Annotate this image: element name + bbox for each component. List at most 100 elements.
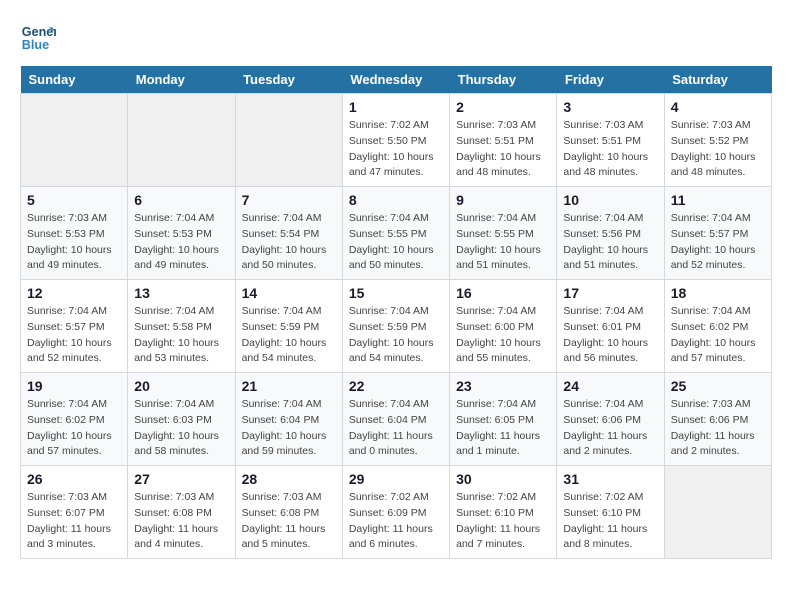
day-number: 13 xyxy=(134,285,228,301)
calendar-cell xyxy=(664,466,771,559)
header-friday: Friday xyxy=(557,66,664,94)
calendar-cell xyxy=(21,94,128,187)
day-info: Sunrise: 7:02 AMSunset: 6:10 PMDaylight:… xyxy=(456,490,550,553)
calendar-cell: 12 Sunrise: 7:04 AMSunset: 5:57 PMDayligh… xyxy=(21,280,128,373)
day-info: Sunrise: 7:04 AMSunset: 6:02 PMDaylight:… xyxy=(27,397,121,460)
header-thursday: Thursday xyxy=(450,66,557,94)
header-monday: Monday xyxy=(128,66,235,94)
day-number: 1 xyxy=(349,99,443,115)
header-saturday: Saturday xyxy=(664,66,771,94)
day-info: Sunrise: 7:04 AMSunset: 6:05 PMDaylight:… xyxy=(456,397,550,460)
day-number: 4 xyxy=(671,99,765,115)
calendar-cell xyxy=(235,94,342,187)
day-info: Sunrise: 7:03 AMSunset: 6:08 PMDaylight:… xyxy=(134,490,228,553)
calendar-cell: 3Sunrise: 7:03 AMSunset: 5:51 PMDaylight… xyxy=(557,94,664,187)
day-number: 26 xyxy=(27,471,121,487)
day-info: Sunrise: 7:02 AMSunset: 6:10 PMDaylight:… xyxy=(563,490,657,553)
day-number: 16 xyxy=(456,285,550,301)
calendar-cell: 9Sunrise: 7:04 AMSunset: 5:55 PMDaylight… xyxy=(450,187,557,280)
week-row-5: 26 Sunrise: 7:03 AMSunset: 6:07 PMDayligh… xyxy=(21,466,772,559)
day-number: 11 xyxy=(671,192,765,208)
calendar-cell: 31 Sunrise: 7:02 AMSunset: 6:10 PMDayligh… xyxy=(557,466,664,559)
calendar-cell: 6 Sunrise: 7:04 AMSunset: 5:53 PMDaylight… xyxy=(128,187,235,280)
calendar-cell: 15 Sunrise: 7:04 AMSunset: 5:59 PMDayligh… xyxy=(342,280,449,373)
calendar-cell: 19Sunrise: 7:04 AMSunset: 6:02 PMDayligh… xyxy=(21,373,128,466)
calendar-cell: 4 Sunrise: 7:03 AMSunset: 5:52 PMDaylight… xyxy=(664,94,771,187)
week-row-4: 19Sunrise: 7:04 AMSunset: 6:02 PMDayligh… xyxy=(21,373,772,466)
calendar-cell: 10 Sunrise: 7:04 AMSunset: 5:56 PMDayligh… xyxy=(557,187,664,280)
day-info: Sunrise: 7:04 AMSunset: 5:58 PMDaylight:… xyxy=(134,304,228,367)
logo: General Blue xyxy=(20,20,60,56)
calendar-cell: 30 Sunrise: 7:02 AMSunset: 6:10 PMDayligh… xyxy=(450,466,557,559)
day-info: Sunrise: 7:03 AMSunset: 6:08 PMDaylight:… xyxy=(242,490,336,553)
calendar-cell: 27 Sunrise: 7:03 AMSunset: 6:08 PMDayligh… xyxy=(128,466,235,559)
day-number: 6 xyxy=(134,192,228,208)
day-info: Sunrise: 7:03 AMSunset: 6:06 PMDaylight:… xyxy=(671,397,765,460)
calendar-cell: 8 Sunrise: 7:04 AMSunset: 5:55 PMDaylight… xyxy=(342,187,449,280)
day-info: Sunrise: 7:03 AMSunset: 6:07 PMDaylight:… xyxy=(27,490,121,553)
calendar-cell: 18Sunrise: 7:04 AMSunset: 6:02 PMDayligh… xyxy=(664,280,771,373)
calendar-cell: 17 Sunrise: 7:04 AMSunset: 6:01 PMDayligh… xyxy=(557,280,664,373)
day-info: Sunrise: 7:03 AMSunset: 5:51 PMDaylight:… xyxy=(563,118,657,181)
day-number: 10 xyxy=(563,192,657,208)
header-wednesday: Wednesday xyxy=(342,66,449,94)
day-number: 8 xyxy=(349,192,443,208)
day-info: Sunrise: 7:04 AMSunset: 5:53 PMDaylight:… xyxy=(134,211,228,274)
day-number: 17 xyxy=(563,285,657,301)
day-info: Sunrise: 7:04 AMSunset: 6:01 PMDaylight:… xyxy=(563,304,657,367)
day-info: Sunrise: 7:04 AMSunset: 5:59 PMDaylight:… xyxy=(242,304,336,367)
day-info: Sunrise: 7:04 AMSunset: 6:06 PMDaylight:… xyxy=(563,397,657,460)
day-number: 15 xyxy=(349,285,443,301)
day-number: 23 xyxy=(456,378,550,394)
day-info: Sunrise: 7:03 AMSunset: 5:52 PMDaylight:… xyxy=(671,118,765,181)
day-info: Sunrise: 7:03 AMSunset: 5:51 PMDaylight:… xyxy=(456,118,550,181)
calendar-cell: 26 Sunrise: 7:03 AMSunset: 6:07 PMDayligh… xyxy=(21,466,128,559)
calendar-cell: 11Sunrise: 7:04 AMSunset: 5:57 PMDayligh… xyxy=(664,187,771,280)
header-tuesday: Tuesday xyxy=(235,66,342,94)
calendar-cell: 1Sunrise: 7:02 AMSunset: 5:50 PMDaylight… xyxy=(342,94,449,187)
calendar-cell: 7Sunrise: 7:04 AMSunset: 5:54 PMDaylight… xyxy=(235,187,342,280)
day-info: Sunrise: 7:04 AMSunset: 5:57 PMDaylight:… xyxy=(27,304,121,367)
day-info: Sunrise: 7:04 AMSunset: 6:03 PMDaylight:… xyxy=(134,397,228,460)
calendar-cell: 20Sunrise: 7:04 AMSunset: 6:03 PMDayligh… xyxy=(128,373,235,466)
day-info: Sunrise: 7:04 AMSunset: 5:59 PMDaylight:… xyxy=(349,304,443,367)
day-number: 12 xyxy=(27,285,121,301)
calendar-cell: 28 Sunrise: 7:03 AMSunset: 6:08 PMDayligh… xyxy=(235,466,342,559)
day-number: 24 xyxy=(563,378,657,394)
day-number: 5 xyxy=(27,192,121,208)
week-row-1: 1Sunrise: 7:02 AMSunset: 5:50 PMDaylight… xyxy=(21,94,772,187)
calendar-cell: 13 Sunrise: 7:04 AMSunset: 5:58 PMDayligh… xyxy=(128,280,235,373)
day-info: Sunrise: 7:04 AMSunset: 6:04 PMDaylight:… xyxy=(242,397,336,460)
day-number: 28 xyxy=(242,471,336,487)
calendar-cell: 25 Sunrise: 7:03 AMSunset: 6:06 PMDayligh… xyxy=(664,373,771,466)
day-number: 27 xyxy=(134,471,228,487)
calendar-cell: 22 Sunrise: 7:04 AMSunset: 6:04 PMDayligh… xyxy=(342,373,449,466)
day-info: Sunrise: 7:04 AMSunset: 6:04 PMDaylight:… xyxy=(349,397,443,460)
day-info: Sunrise: 7:02 AMSunset: 6:09 PMDaylight:… xyxy=(349,490,443,553)
calendar-cell: 16 Sunrise: 7:04 AMSunset: 6:00 PMDayligh… xyxy=(450,280,557,373)
calendar-cell: 14Sunrise: 7:04 AMSunset: 5:59 PMDayligh… xyxy=(235,280,342,373)
week-row-2: 5 Sunrise: 7:03 AMSunset: 5:53 PMDaylight… xyxy=(21,187,772,280)
day-number: 21 xyxy=(242,378,336,394)
day-info: Sunrise: 7:04 AMSunset: 5:55 PMDaylight:… xyxy=(456,211,550,274)
day-number: 25 xyxy=(671,378,765,394)
day-number: 29 xyxy=(349,471,443,487)
calendar-header-row: SundayMondayTuesdayWednesdayThursdayFrid… xyxy=(21,66,772,94)
calendar-cell: 21 Sunrise: 7:04 AMSunset: 6:04 PMDayligh… xyxy=(235,373,342,466)
page-header: General Blue xyxy=(20,20,772,56)
day-info: Sunrise: 7:04 AMSunset: 6:00 PMDaylight:… xyxy=(456,304,550,367)
header-sunday: Sunday xyxy=(21,66,128,94)
logo-icon: General Blue xyxy=(20,20,56,56)
day-info: Sunrise: 7:04 AMSunset: 6:02 PMDaylight:… xyxy=(671,304,765,367)
day-info: Sunrise: 7:03 AMSunset: 5:53 PMDaylight:… xyxy=(27,211,121,274)
day-info: Sunrise: 7:04 AMSunset: 5:56 PMDaylight:… xyxy=(563,211,657,274)
svg-text:Blue: Blue xyxy=(22,38,49,52)
day-number: 22 xyxy=(349,378,443,394)
day-number: 2 xyxy=(456,99,550,115)
day-number: 31 xyxy=(563,471,657,487)
day-number: 30 xyxy=(456,471,550,487)
day-number: 7 xyxy=(242,192,336,208)
calendar-cell xyxy=(128,94,235,187)
calendar-cell: 2 Sunrise: 7:03 AMSunset: 5:51 PMDaylight… xyxy=(450,94,557,187)
day-info: Sunrise: 7:04 AMSunset: 5:55 PMDaylight:… xyxy=(349,211,443,274)
